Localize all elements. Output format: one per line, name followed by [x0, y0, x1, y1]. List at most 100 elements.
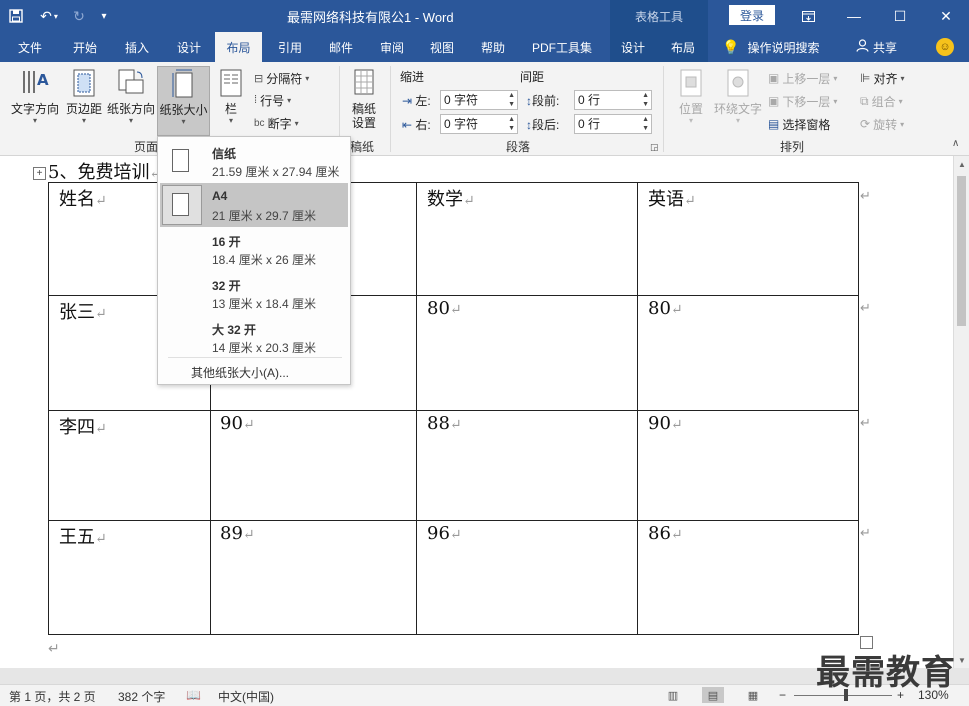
- group-separator: [663, 66, 664, 152]
- rotate-button[interactable]: ⟳ 旋转 ▾: [860, 114, 904, 134]
- paper-size-option[interactable]: 32 开 13 厘米 x 18.4 厘米: [160, 271, 348, 315]
- word-count[interactable]: 382 个字: [118, 688, 165, 705]
- proofing-icon[interactable]: 📖: [186, 688, 201, 702]
- vertical-scrollbar[interactable]: ▲ ▼: [953, 156, 969, 668]
- spin-arrows-icon[interactable]: ▲ ▼: [508, 91, 515, 109]
- spacing-before-input[interactable]: 0 行 ▲ ▼: [574, 90, 652, 110]
- table-cell[interactable]: 80↵: [427, 298, 462, 319]
- spin-arrows-icon[interactable]: ▲ ▼: [642, 91, 649, 109]
- manuscript-settings-button[interactable]: 稿纸 设置: [346, 66, 382, 130]
- undo-icon[interactable]: ↶ ▾: [32, 0, 66, 32]
- table-cell[interactable]: 90↵: [648, 413, 683, 434]
- document-area[interactable]: + 5、免费培训↵ 姓名↵ 数学↵ 英语↵ 张三↵ 80↵ 80↵ 李四↵ 90…: [0, 156, 953, 668]
- redo-icon[interactable]: ↻: [66, 0, 92, 32]
- dialog-launcher-icon[interactable]: ◲: [650, 142, 659, 153]
- text-direction-button[interactable]: A 文字方向 ▾: [8, 66, 62, 125]
- tab-insert[interactable]: 插入: [114, 32, 160, 62]
- close-icon[interactable]: ✕: [923, 0, 969, 32]
- tab-layout[interactable]: 布局: [215, 32, 262, 62]
- table-move-handle[interactable]: +: [33, 167, 46, 180]
- tab-design[interactable]: 设计: [166, 32, 212, 62]
- spin-arrows-icon[interactable]: ▲ ▼: [508, 115, 515, 133]
- indent-right-input[interactable]: 0 字符 ▲ ▼: [440, 114, 518, 134]
- more-paper-sizes-item[interactable]: 其他纸张大小(A)...: [191, 364, 289, 381]
- tab-help[interactable]: 帮助: [470, 32, 516, 62]
- minimize-icon[interactable]: —: [831, 0, 877, 32]
- table-cell[interactable]: 李四↵: [59, 413, 107, 439]
- hyphenation-icon: bc: [254, 117, 265, 129]
- paper-size-option[interactable]: 信纸 21.59 厘米 x 27.94 厘米: [160, 139, 348, 183]
- spacing-after-input[interactable]: 0 行 ▲ ▼: [574, 114, 652, 134]
- scroll-down-icon[interactable]: ▼: [954, 652, 969, 668]
- position-button[interactable]: 位置 ▾: [672, 66, 710, 125]
- wrap-text-label: 环绕文字: [713, 102, 762, 116]
- table-cell[interactable]: 88↵: [427, 413, 462, 434]
- line-numbers-button[interactable]: ⁞ 行号 ▾: [254, 90, 291, 110]
- table-cell[interactable]: 96↵: [427, 523, 462, 544]
- orientation-button[interactable]: 纸张方向 ▾: [106, 66, 156, 125]
- ribbon-tabs: 文件 开始 插入 设计 布局 引用 邮件 审阅 视图 帮助 PDF工具集 设计 …: [0, 32, 969, 62]
- selection-pane-button[interactable]: ▤ 选择窗格: [768, 114, 830, 134]
- wrap-text-button[interactable]: 环绕文字 ▾: [712, 66, 764, 125]
- indent-left-input[interactable]: 0 字符 ▲ ▼: [440, 90, 518, 110]
- paper-size-option[interactable]: 大 32 开 14 厘米 x 20.3 厘米: [160, 315, 348, 359]
- tab-table-design[interactable]: 设计: [610, 32, 656, 62]
- table-cell[interactable]: 80↵: [648, 298, 683, 319]
- table-cell[interactable]: 86↵: [648, 523, 683, 544]
- tab-home[interactable]: 开始: [62, 32, 108, 62]
- table-cell[interactable]: 英语↵: [648, 185, 696, 211]
- chevron-down-icon: ▾: [305, 73, 310, 83]
- send-backward-icon: ▣: [768, 94, 780, 108]
- breaks-button[interactable]: ⊟ 分隔符 ▾: [254, 68, 309, 88]
- maximize-icon[interactable]: ☐: [877, 0, 923, 32]
- paper-size-option[interactable]: 16 开 18.4 厘米 x 26 厘米: [160, 227, 348, 271]
- group-button[interactable]: ⧉ 组合 ▾: [860, 91, 903, 111]
- paper-size-dims: 13 厘米 x 18.4 厘米: [212, 297, 317, 311]
- table-cell[interactable]: 张三↵: [59, 298, 107, 324]
- read-mode-icon[interactable]: ▥: [662, 687, 684, 703]
- paper-size-button[interactable]: 纸张大小 ▾: [157, 66, 210, 136]
- send-backward-button[interactable]: ▣ 下移一层 ▾: [768, 91, 837, 111]
- table-cell[interactable]: 姓名↵: [59, 185, 107, 211]
- table-cell[interactable]: 90↵: [220, 413, 255, 434]
- person-icon: [856, 39, 869, 55]
- tab-table-layout[interactable]: 布局: [660, 32, 706, 62]
- table-cell[interactable]: 数学↵: [427, 185, 475, 211]
- align-button[interactable]: ⊫ 对齐 ▾: [860, 68, 904, 88]
- bring-forward-button[interactable]: ▣ 上移一层 ▾: [768, 68, 837, 88]
- tell-me-box[interactable]: 💡 操作说明搜索: [722, 32, 819, 62]
- zoom-slider-track[interactable]: [794, 695, 892, 696]
- web-layout-icon[interactable]: ▦: [742, 687, 764, 703]
- tab-references[interactable]: 引用: [267, 32, 313, 62]
- tab-review[interactable]: 审阅: [369, 32, 415, 62]
- margins-button[interactable]: 页边距 ▾: [64, 66, 104, 125]
- table-cell[interactable]: 王五↵: [59, 523, 107, 549]
- scroll-up-icon[interactable]: ▲: [954, 156, 969, 172]
- feedback-smiley-icon[interactable]: ☺: [936, 38, 954, 56]
- paper-size-option-selected[interactable]: A4 21 厘米 x 29.7 厘米: [160, 183, 348, 227]
- tab-pdf-tools[interactable]: PDF工具集: [526, 32, 598, 62]
- share-button[interactable]: 共享: [856, 32, 897, 62]
- hyphenation-button[interactable]: bc 断字 ▾: [254, 113, 299, 133]
- login-button[interactable]: 登录: [729, 5, 775, 25]
- customize-qat-icon[interactable]: ▾: [92, 0, 116, 32]
- spin-arrows-icon[interactable]: ▲ ▼: [642, 115, 649, 133]
- page-count[interactable]: 第 1 页，共 2 页: [9, 688, 96, 705]
- table-cell[interactable]: 89↵: [220, 523, 255, 544]
- tab-view[interactable]: 视图: [419, 32, 465, 62]
- save-icon[interactable]: [0, 0, 32, 32]
- zoom-out-button[interactable]: −: [779, 688, 786, 702]
- scroll-thumb[interactable]: [957, 176, 966, 326]
- language-indicator[interactable]: 中文(中国): [218, 688, 274, 705]
- tab-mailings[interactable]: 邮件: [318, 32, 364, 62]
- wrap-text-icon: [723, 66, 753, 100]
- ribbon-display-options-icon[interactable]: [785, 0, 831, 32]
- collapse-ribbon-icon[interactable]: ∧: [952, 138, 959, 149]
- line-numbers-icon: ⁞: [254, 94, 258, 106]
- paper-size-dims: 21.59 厘米 x 27.94 厘米: [212, 165, 340, 179]
- tab-file[interactable]: 文件: [8, 32, 52, 62]
- margins-icon: [69, 66, 99, 100]
- print-layout-icon[interactable]: ▤: [702, 687, 724, 703]
- row-end-mark: ↵: [860, 415, 871, 430]
- columns-button[interactable]: 栏 ▾: [214, 66, 248, 125]
